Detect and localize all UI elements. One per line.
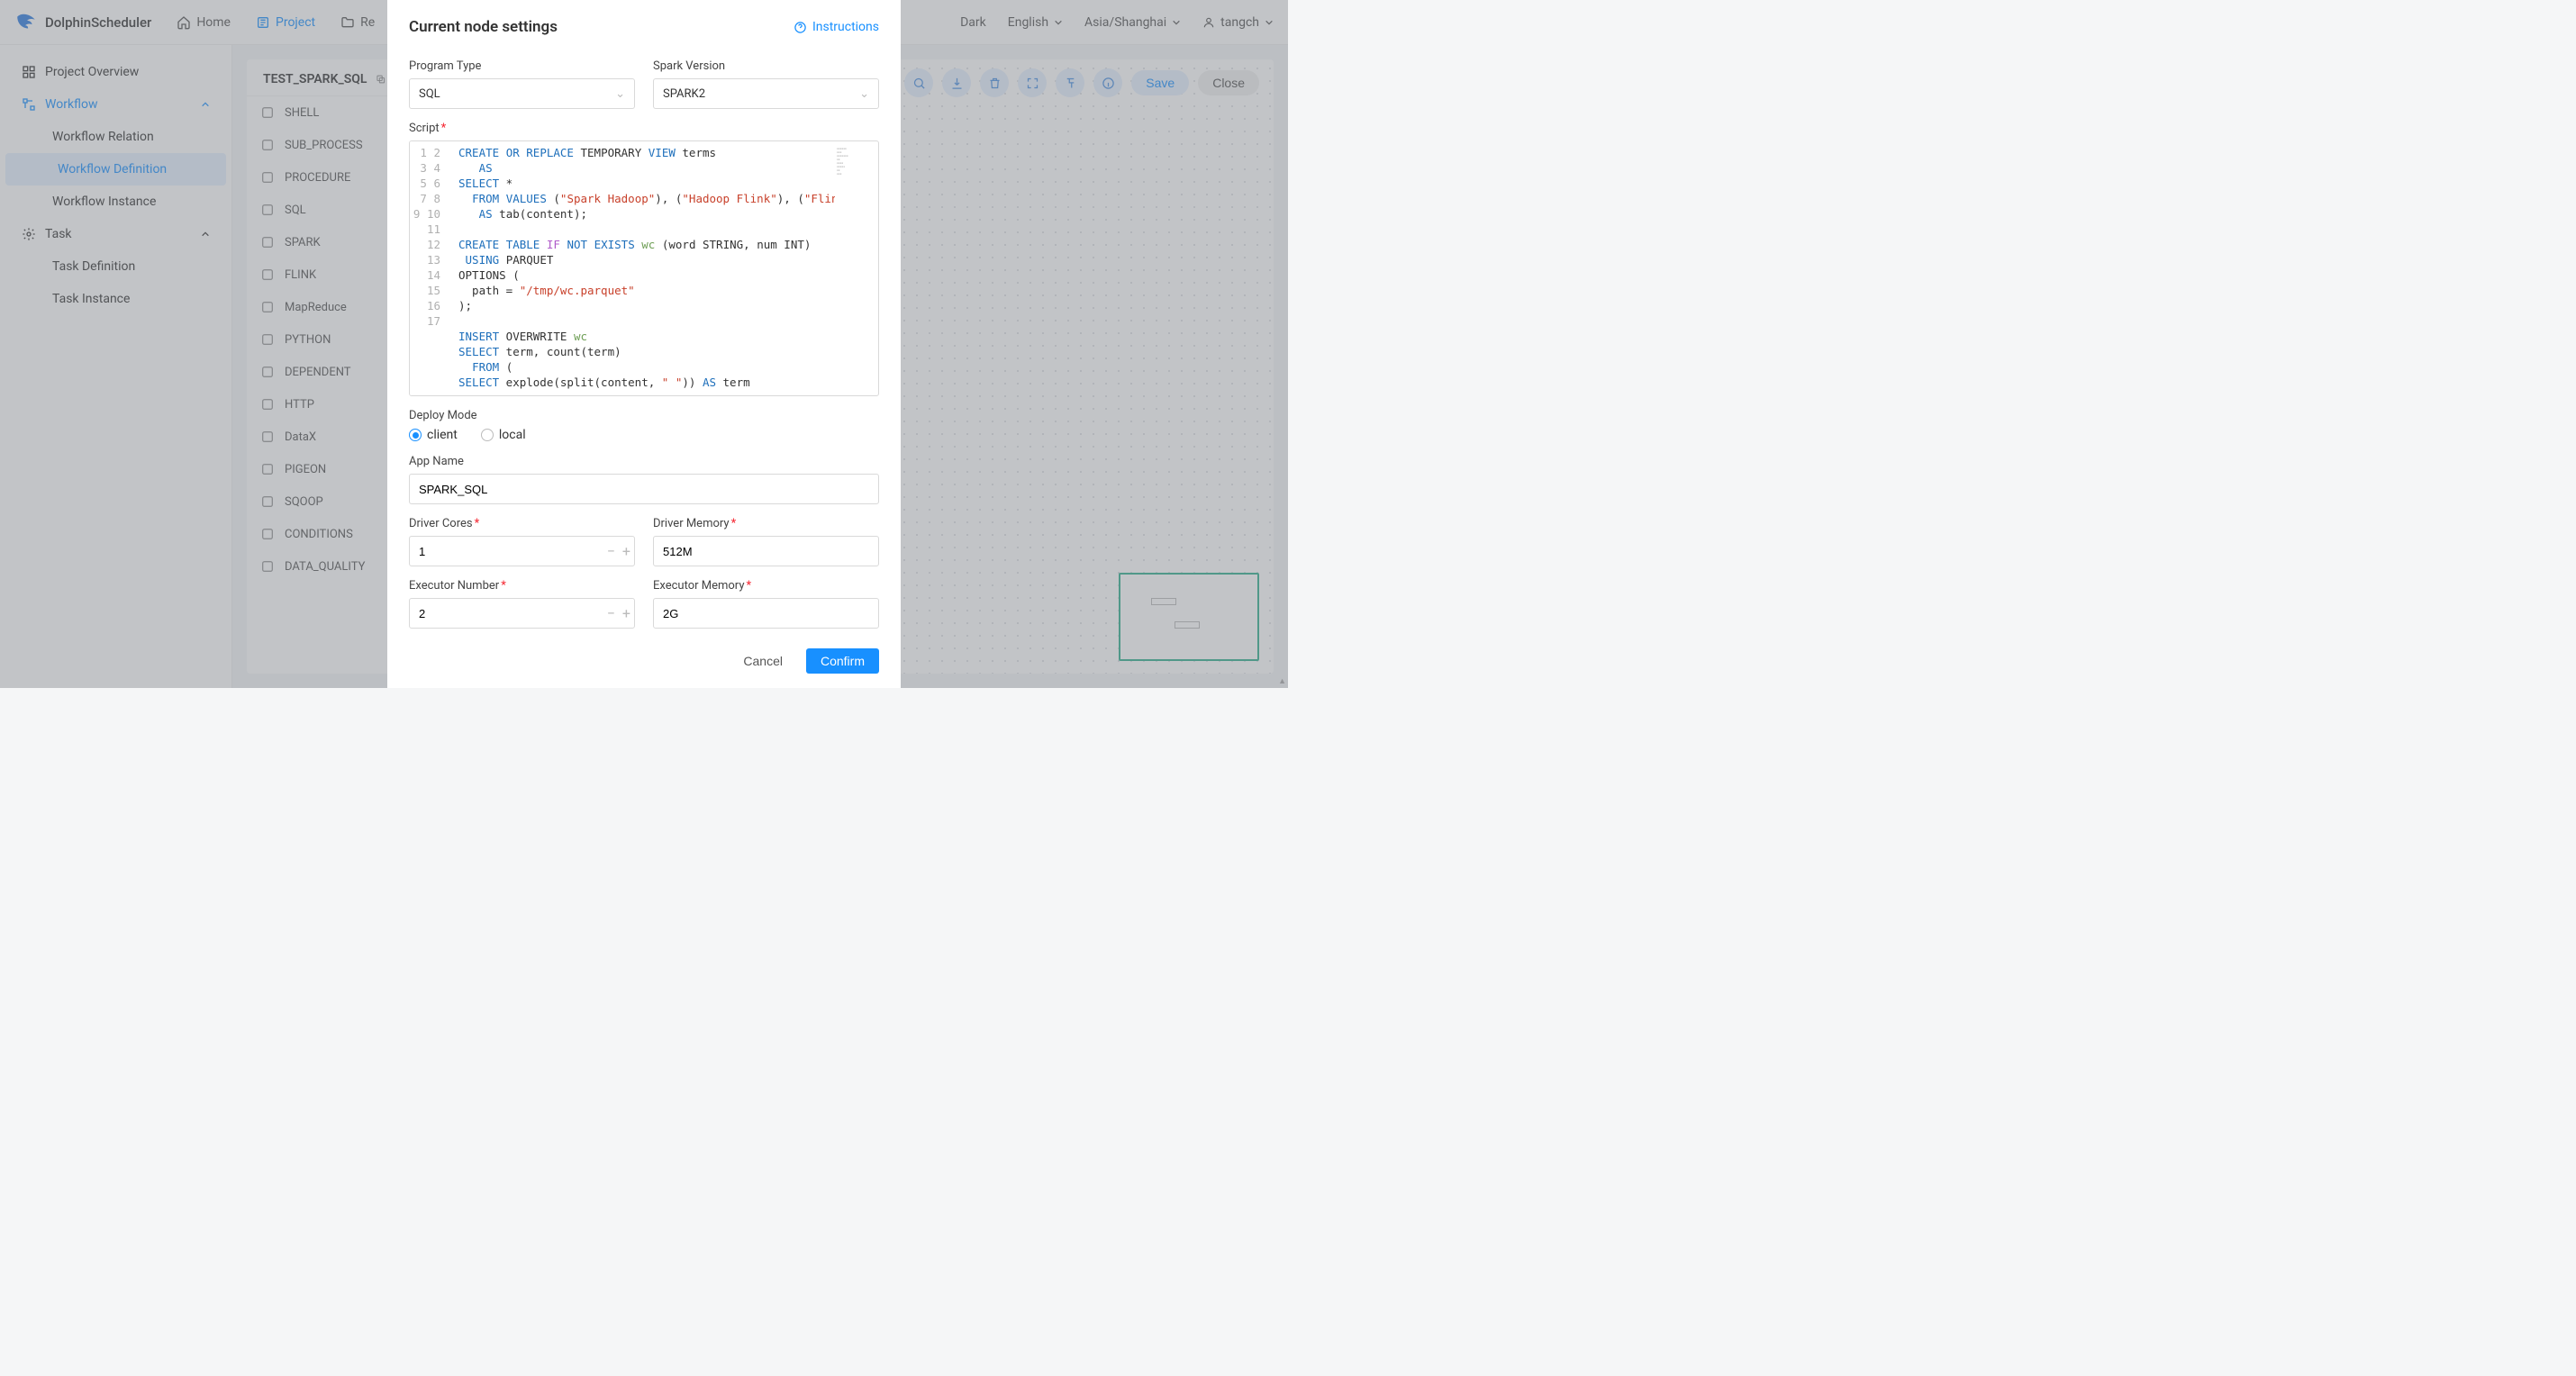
- radio-label: local: [499, 428, 526, 442]
- editor-gutter: 1 2 3 4 5 6 7 8 9 10 11 12 13 14 15 16 1…: [410, 141, 446, 395]
- executor-number-label: Executor Number*: [409, 579, 635, 593]
- minus-icon[interactable]: −: [607, 605, 615, 622]
- spark-version-select[interactable]: SPARK2 ⌄: [653, 78, 879, 109]
- help-icon: [794, 21, 807, 34]
- driver-cores-field[interactable]: [419, 545, 625, 558]
- program-type-select[interactable]: SQL ⌄: [409, 78, 635, 109]
- editor-code[interactable]: CREATE OR REPLACE TEMPORARY VIEW terms A…: [458, 145, 835, 392]
- driver-memory-label: Driver Memory*: [653, 517, 879, 530]
- deploy-mode-client[interactable]: client: [409, 428, 458, 442]
- instructions-label: Instructions: [812, 20, 879, 34]
- spark-version-value: SPARK2: [663, 87, 705, 101]
- deploy-mode-label: Deploy Mode: [409, 409, 879, 422]
- program-type-value: SQL: [419, 87, 440, 101]
- appname-field[interactable]: [419, 483, 869, 496]
- editor-minimap: ▪▪▪▪▪▪▪▪▪▪▪▪▪▪▪▪▪▪▪▪▪▪▪▪▪▪▪▪▪▪▪▪: [837, 147, 873, 194]
- appname-label: App Name: [409, 455, 879, 468]
- executor-number-input[interactable]: − +: [409, 598, 635, 629]
- deploy-mode-local[interactable]: local: [481, 428, 526, 442]
- script-label: Script*: [409, 122, 879, 135]
- radio-label: client: [427, 428, 458, 442]
- executor-memory-label: Executor Memory*: [653, 579, 879, 593]
- plus-icon[interactable]: +: [622, 543, 630, 560]
- appname-input[interactable]: [409, 474, 879, 504]
- modal-title: Current node settings: [409, 18, 558, 36]
- driver-cores-label: Driver Cores*: [409, 517, 635, 530]
- executor-memory-input[interactable]: [653, 598, 879, 629]
- executor-memory-field[interactable]: [663, 607, 869, 620]
- spark-version-label: Spark Version: [653, 59, 879, 73]
- chevron-down-icon: ⌄: [859, 87, 869, 101]
- script-editor[interactable]: 1 2 3 4 5 6 7 8 9 10 11 12 13 14 15 16 1…: [409, 140, 879, 396]
- radio-icon: [409, 429, 422, 441]
- plus-icon[interactable]: +: [622, 605, 630, 622]
- executor-number-field[interactable]: [419, 607, 625, 620]
- cancel-button[interactable]: Cancel: [734, 648, 792, 674]
- program-type-label: Program Type: [409, 59, 635, 73]
- driver-memory-input[interactable]: [653, 536, 879, 566]
- confirm-button[interactable]: Confirm: [806, 648, 879, 674]
- driver-cores-input[interactable]: − +: [409, 536, 635, 566]
- node-settings-modal: Current node settings Instructions Progr…: [387, 0, 901, 688]
- chevron-down-icon: ⌄: [615, 87, 625, 101]
- radio-icon: [481, 429, 494, 441]
- instructions-link[interactable]: Instructions: [794, 20, 879, 34]
- driver-memory-field[interactable]: [663, 545, 869, 558]
- minus-icon[interactable]: −: [607, 543, 615, 560]
